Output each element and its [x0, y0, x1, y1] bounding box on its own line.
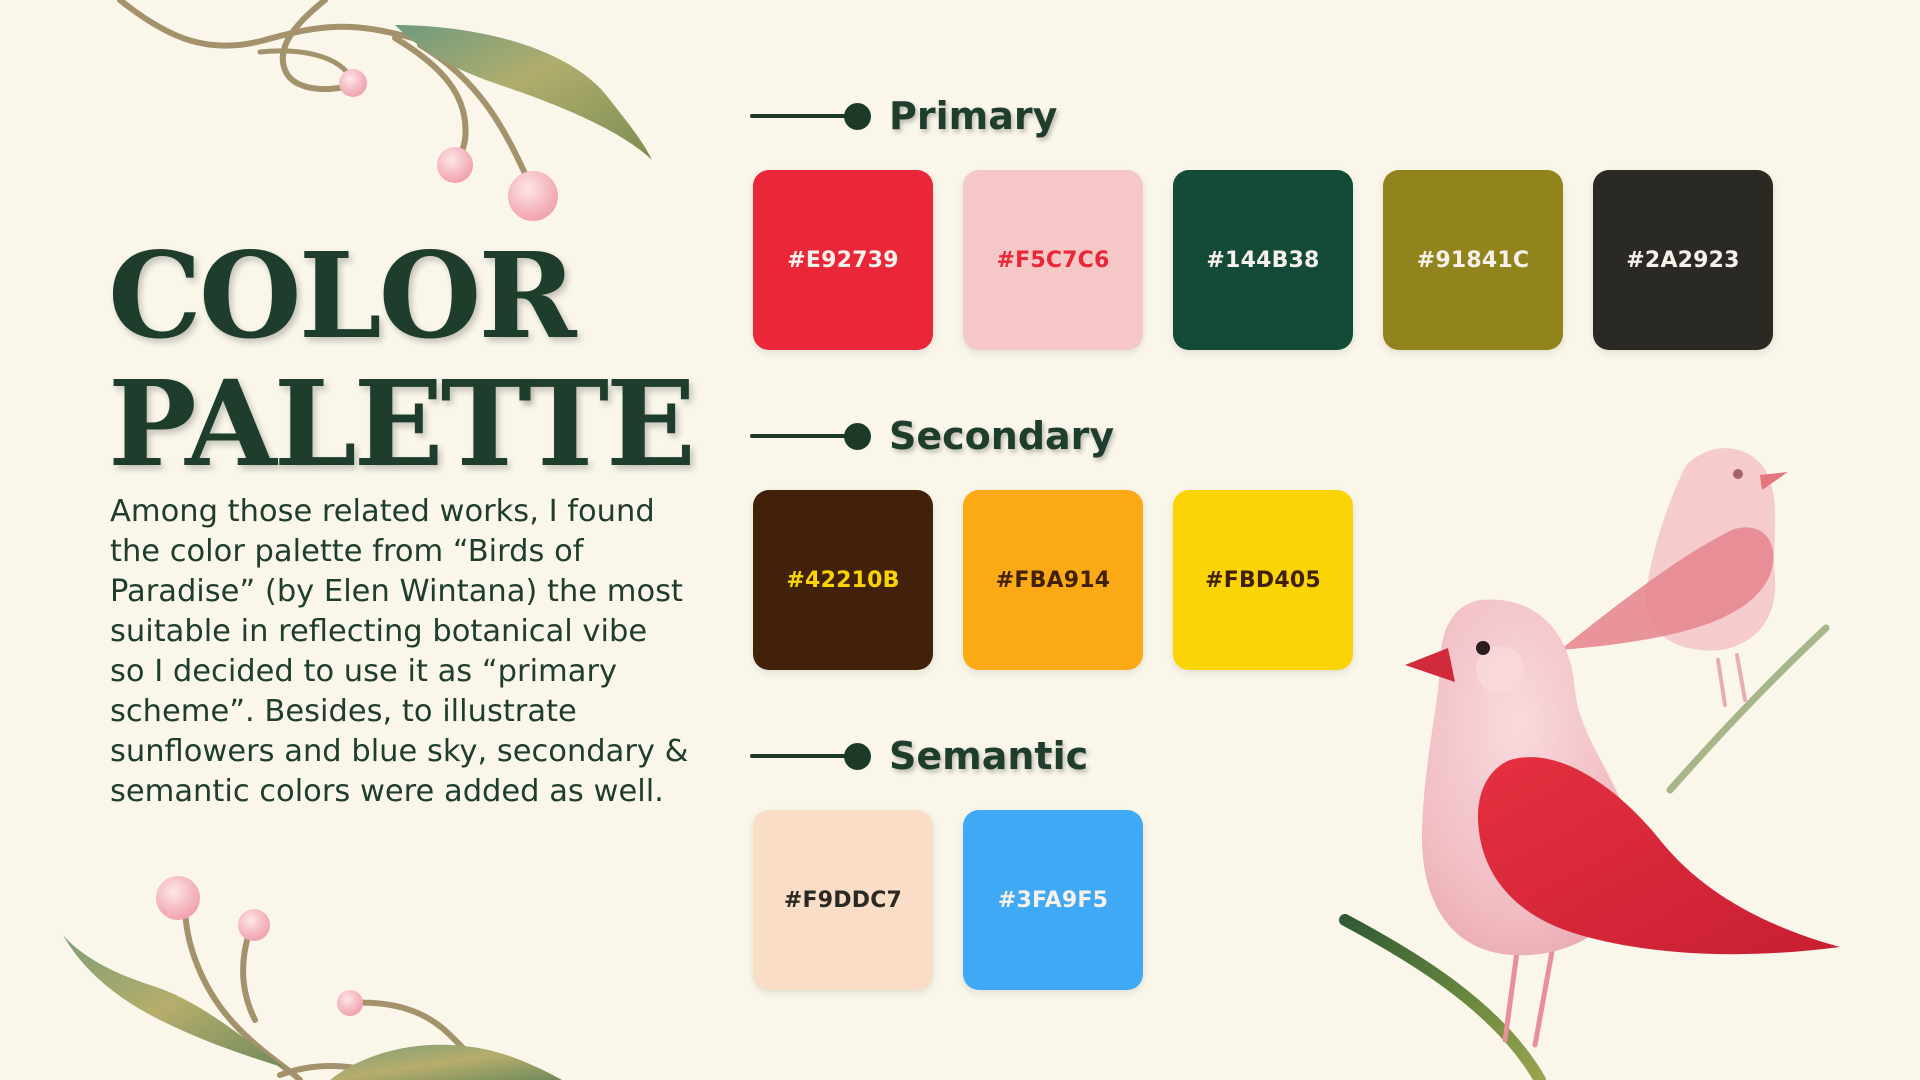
secondary-section-title: Secondary	[889, 414, 1115, 458]
section-bullet-dot	[844, 102, 871, 130]
front-bird-illustration	[1339, 599, 1840, 1080]
swatch-hex-label: #144B38	[1206, 247, 1320, 273]
section-bullet-dot	[844, 422, 871, 450]
swatch-primary-2[interactable]: #F5C7C6	[963, 170, 1143, 350]
swatch-primary-3[interactable]: #144B38	[1173, 170, 1353, 350]
swatch-hex-label: #2A2923	[1626, 247, 1740, 273]
swatch-hex-label: #FBD405	[1205, 567, 1321, 593]
secondary-swatch-row: #42210B #FBA914 #FBD405	[753, 490, 1353, 670]
swatch-secondary-3[interactable]: #FBD405	[1173, 490, 1353, 670]
swatch-secondary-2[interactable]: #FBA914	[963, 490, 1143, 670]
primary-swatch-row: #E92739 #F5C7C6 #144B38 #91841C #2A2923	[753, 170, 1773, 350]
section-connector-line	[750, 754, 848, 758]
semantic-section-title: Semantic	[889, 734, 1089, 778]
swatch-hex-label: #91841C	[1416, 247, 1530, 273]
semantic-swatch-row: #F9DDC7 #3FA9F5	[753, 810, 1143, 990]
secondary-section-header: Secondary	[750, 414, 1115, 458]
swatch-primary-1[interactable]: #E92739	[753, 170, 933, 350]
swatch-hex-label: #42210B	[786, 567, 900, 593]
page-title-line2: PALETTE	[108, 354, 696, 493]
section-connector-line	[750, 114, 848, 118]
section-bullet-dot	[844, 742, 871, 770]
primary-section-title: Primary	[889, 94, 1058, 138]
swatch-hex-label: #F5C7C6	[996, 247, 1110, 273]
swatch-hex-label: #F9DDC7	[783, 887, 903, 913]
page-title: COLOR PALETTE	[108, 226, 696, 493]
primary-section-header: Primary	[750, 94, 1058, 138]
semantic-section-header: Semantic	[750, 734, 1089, 778]
swatch-secondary-1[interactable]: #42210B	[753, 490, 933, 670]
swatch-hex-label: #FBA914	[995, 567, 1111, 593]
section-connector-line	[750, 434, 848, 438]
top-branch-illustration	[117, 0, 652, 221]
swatch-semantic-1[interactable]: #F9DDC7	[753, 810, 933, 990]
swatch-primary-4[interactable]: #91841C	[1383, 170, 1563, 350]
swatch-primary-5[interactable]: #2A2923	[1593, 170, 1773, 350]
description-text: Among those related works, I found the c…	[110, 494, 689, 809]
page-title-line1: COLOR	[108, 226, 577, 365]
swatch-hex-label: #E92739	[787, 247, 899, 273]
bottom-branch-illustration	[63, 876, 562, 1080]
back-bird-illustration	[1560, 448, 1830, 794]
swatch-hex-label: #3FA9F5	[997, 887, 1109, 913]
swatch-semantic-2[interactable]: #3FA9F5	[963, 810, 1143, 990]
